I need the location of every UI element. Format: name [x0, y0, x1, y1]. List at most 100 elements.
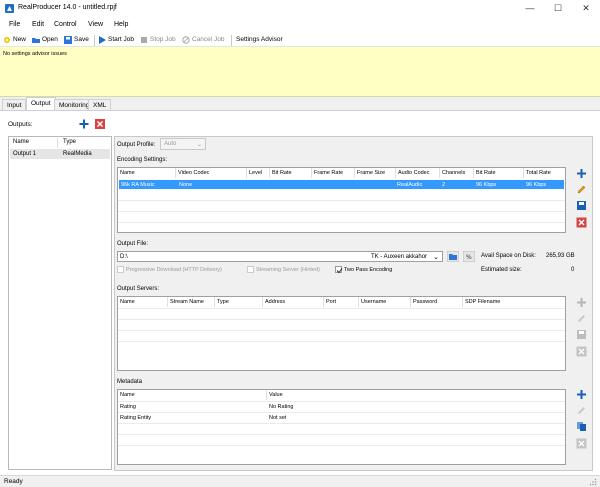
menu-file[interactable]: File [9, 21, 20, 28]
enc-col-bit-rate: Bit Rate [270, 168, 312, 178]
variables-icon[interactable]: % [463, 251, 475, 262]
browse-folder-icon[interactable] [447, 251, 459, 262]
resize-grip-icon[interactable] [589, 478, 597, 486]
tab-output[interactable]: Output [26, 97, 56, 110]
start-job-button[interactable]: Start Job [98, 34, 134, 45]
enc-col-frame-size: Frame Size [355, 168, 396, 178]
menu-edit[interactable]: Edit [32, 21, 44, 28]
streaming-server-checkbox[interactable]: Streaming Server (Hinted) [247, 266, 320, 273]
output-name: Output 1 [13, 151, 37, 157]
add-output-icon[interactable] [79, 119, 89, 129]
meta-name: Rating [120, 404, 136, 410]
srv-col-password: Password [411, 297, 463, 307]
enc-cell-name: 96k RA Music [121, 182, 155, 188]
encoding-settings-grid: Name Video Codec Level Bit Rate Frame Ra… [117, 167, 566, 233]
srv-col-type: Type [215, 297, 263, 307]
table-row[interactable]: Rating Entity Not set [118, 413, 565, 423]
delete-encoding-icon[interactable] [576, 217, 587, 228]
toolbar [0, 31, 600, 47]
avail-space-value: 265,93 GB [546, 253, 575, 259]
grid-line [118, 319, 565, 320]
settings-advisor-label: Settings Advisor [236, 36, 283, 43]
window-title: RealProducer 14.0 - untitled.rpjf [18, 4, 117, 11]
minimize-button[interactable]: — [516, 0, 544, 17]
open-folder-icon [32, 37, 40, 43]
enc-cell-video-codec: None [179, 182, 193, 188]
grid-line [118, 341, 565, 342]
output-file-combo[interactable]: D:\ TK - Auxeen akkahor ⌄ [117, 251, 443, 262]
checkbox-box [247, 266, 254, 273]
table-row[interactable]: Rating No Rating [118, 402, 565, 412]
open-label: Open [42, 36, 58, 43]
cancel-icon [182, 35, 190, 44]
menu-control[interactable]: Control [54, 21, 77, 28]
tab-input[interactable]: Input [2, 99, 27, 110]
stop-job-button[interactable]: Stop Job [140, 34, 176, 45]
output-profile-value: Auto [164, 141, 177, 147]
edit-server-icon[interactable] [576, 313, 587, 324]
output-type: RealMedia [63, 151, 92, 157]
new-button[interactable]: New [3, 34, 26, 45]
status-bar [0, 475, 600, 487]
table-row[interactable]: 96k RA Music None RealAudio 2 96 Kbps 96… [119, 180, 564, 189]
stop-job-label: Stop Job [150, 36, 176, 43]
two-pass-label: Two Pass Encoding [344, 266, 393, 273]
menu-view[interactable]: View [88, 21, 103, 28]
grid-line [118, 211, 565, 212]
meta-value: Not set [269, 415, 287, 421]
estimated-size-label: Estimated size: [481, 267, 522, 273]
srv-col-username: Username [359, 297, 411, 307]
output-servers-label: Output Servers: [117, 286, 160, 292]
tab-xml[interactable]: XML [88, 99, 112, 110]
delete-output-icon[interactable] [95, 119, 105, 129]
add-metadata-icon[interactable] [576, 389, 587, 400]
toolbar-separator [94, 35, 95, 46]
outputs-col-type: Type [63, 139, 77, 145]
outputs-col-name: Name [13, 139, 30, 145]
edit-metadata-icon[interactable] [576, 405, 587, 416]
save-button[interactable]: Save [64, 34, 89, 45]
checkbox-box [335, 266, 343, 274]
stop-icon [141, 36, 147, 43]
progressive-download-checkbox[interactable]: Progressive Download (HTTP Delivery) [117, 266, 222, 273]
srv-col-name: Name [118, 297, 168, 307]
save-label: Save [74, 36, 89, 43]
new-icon [4, 36, 10, 43]
metadata-label: Metadata [117, 379, 143, 385]
add-server-icon[interactable] [576, 297, 587, 308]
advisor-message: No settings advisor issues [3, 51, 67, 57]
add-encoding-icon[interactable] [576, 168, 587, 179]
new-label: New [13, 36, 27, 43]
enc-col-audio-codec: Audio Codec [396, 168, 440, 178]
srv-col-address: Address [263, 297, 324, 307]
enc-cell-total-rate: 96 Kbps [526, 182, 547, 188]
metadata-grid: Name Value Rating No Rating Rating Entit… [117, 389, 566, 465]
settings-advisor-button[interactable]: Settings Advisor [236, 34, 283, 45]
close-button[interactable]: ✕ [572, 0, 600, 17]
delete-server-icon[interactable] [576, 346, 587, 357]
srv-col-sdp-filename: SDP Filename [465, 299, 501, 305]
cancel-job-button[interactable]: Cancel Job [182, 34, 225, 45]
open-button[interactable]: Open [32, 34, 58, 45]
enc-cell-audio-bit-rate: 96 Kbps [476, 182, 497, 188]
two-pass-checkbox[interactable]: Two Pass Encoding [335, 266, 393, 274]
meta-value: No Rating [269, 404, 294, 410]
output-profile-select[interactable]: Auto ⌄ [160, 138, 206, 150]
outputs-label: Outputs: [8, 121, 33, 128]
enc-cell-channels: 2 [442, 182, 446, 188]
output-servers-grid: Name Stream Name Type Address Port Usern… [117, 296, 566, 371]
enc-col-level: Level [247, 168, 270, 178]
copy-metadata-icon[interactable] [576, 421, 587, 432]
enc-cell-audio-codec: RealAudio [397, 182, 423, 188]
maximize-button[interactable]: ☐ [544, 0, 572, 17]
save-encoding-icon[interactable] [576, 200, 587, 211]
menu-help[interactable]: Help [114, 21, 128, 28]
edit-encoding-icon[interactable] [576, 184, 587, 195]
outputs-list: Name Type Output 1 RealMedia [8, 136, 112, 470]
streaming-server-label: Streaming Server (Hinted) [256, 266, 320, 273]
delete-metadata-icon[interactable] [576, 438, 587, 449]
progressive-download-label: Progressive Download (HTTP Delivery) [126, 266, 222, 273]
save-server-icon[interactable] [576, 329, 587, 340]
grid-line [118, 200, 565, 201]
list-item[interactable]: Output 1 RealMedia [10, 149, 110, 159]
